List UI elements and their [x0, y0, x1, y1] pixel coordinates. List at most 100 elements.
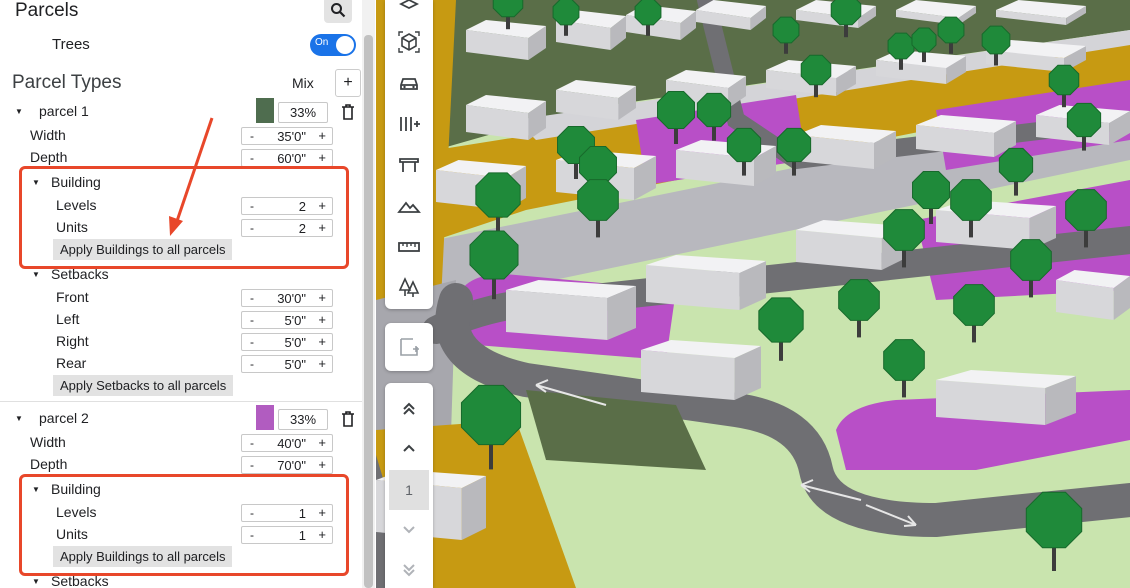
decrement-button[interactable]: -: [250, 129, 254, 143]
apply-buildings-button[interactable]: Apply Buildings to all parcels: [53, 546, 233, 567]
tree-crown: [998, 147, 1034, 183]
width-value[interactable]: 35'0": [277, 129, 306, 144]
car-icon[interactable]: [397, 71, 421, 95]
double-chevron-up-icon[interactable]: [398, 397, 420, 419]
building-label: Building: [51, 481, 101, 497]
chevron-down-icon[interactable]: [398, 518, 420, 540]
parcel-mix-input[interactable]: 33%: [278, 409, 328, 430]
parcel-color-swatch[interactable]: [256, 405, 274, 430]
trees-toggle[interactable]: On: [310, 34, 356, 56]
right-value[interactable]: 5'0": [284, 335, 306, 350]
increment-button[interactable]: +: [318, 457, 326, 472]
chevron-up-icon[interactable]: [398, 437, 420, 459]
tree-crown: [911, 27, 937, 53]
decrement-button[interactable]: -: [250, 335, 254, 349]
search-button[interactable]: [324, 0, 352, 23]
page-navigator: 1: [385, 383, 433, 588]
tree-crown: [577, 179, 619, 221]
increment-button[interactable]: +: [318, 356, 326, 371]
collapse-building-icon[interactable]: ▼: [32, 178, 40, 187]
increment-button[interactable]: +: [318, 435, 326, 450]
increment-button[interactable]: +: [318, 312, 326, 327]
ruler-icon[interactable]: [397, 235, 421, 259]
fence-icon[interactable]: [397, 153, 421, 177]
increment-button[interactable]: +: [318, 334, 326, 349]
width-stepper[interactable]: - 35'0" +: [241, 127, 333, 145]
rear-stepper[interactable]: - 5'0" +: [241, 355, 333, 373]
spacing-icon[interactable]: [397, 112, 421, 136]
parcel-types-heading: Parcel Types: [12, 72, 122, 93]
rear-value[interactable]: 5'0": [284, 357, 306, 372]
increment-button[interactable]: +: [318, 527, 326, 542]
units-value[interactable]: 1: [299, 528, 306, 543]
decrement-button[interactable]: -: [250, 506, 254, 520]
depth-value[interactable]: 70'0": [277, 458, 306, 473]
levels-stepper[interactable]: - 2 +: [241, 197, 333, 215]
decrement-button[interactable]: -: [250, 528, 254, 542]
tree-crown: [912, 171, 950, 209]
levels-value[interactable]: 1: [299, 506, 306, 521]
decrement-button[interactable]: -: [250, 436, 254, 450]
collapse-building-icon[interactable]: ▼: [32, 485, 40, 494]
increment-button[interactable]: +: [318, 220, 326, 235]
tree-crown: [758, 297, 804, 343]
increment-button[interactable]: +: [318, 150, 326, 165]
increment-button[interactable]: +: [318, 128, 326, 143]
decrement-button[interactable]: -: [250, 291, 254, 305]
add-parcel-type-button[interactable]: +: [335, 69, 361, 97]
collapse-setbacks-icon[interactable]: ▼: [32, 577, 40, 586]
decrement-button[interactable]: -: [250, 199, 254, 213]
levels-label: Levels: [56, 504, 97, 520]
trees-icon[interactable]: [397, 276, 421, 300]
depth-stepper[interactable]: - 70'0" +: [241, 456, 333, 474]
units-value[interactable]: 2: [299, 221, 306, 236]
decrement-button[interactable]: -: [250, 313, 254, 327]
width-label: Width: [30, 127, 66, 143]
tree-crown: [950, 179, 992, 221]
left-value[interactable]: 5'0": [284, 313, 306, 328]
units-stepper[interactable]: - 1 +: [241, 526, 333, 544]
apply-setbacks-button[interactable]: Apply Setbacks to all parcels: [53, 375, 234, 396]
decrement-button[interactable]: -: [250, 151, 254, 165]
tree-crown: [1065, 189, 1107, 231]
cube-icon[interactable]: [397, 30, 421, 54]
parcel-mix-input[interactable]: 33%: [278, 102, 328, 123]
width-value[interactable]: 40'0": [277, 436, 306, 451]
increment-button[interactable]: +: [318, 505, 326, 520]
tree-crown: [800, 54, 832, 86]
increment-button[interactable]: +: [318, 290, 326, 305]
parcel-color-swatch[interactable]: [256, 98, 274, 123]
depth-stepper[interactable]: - 60'0" +: [241, 149, 333, 167]
trash-icon[interactable]: [341, 411, 355, 427]
apply-buildings-button[interactable]: Apply Buildings to all parcels: [53, 239, 233, 260]
levels-stepper[interactable]: - 1 +: [241, 504, 333, 522]
tree-crown: [1025, 491, 1083, 549]
front-value[interactable]: 30'0": [277, 291, 306, 306]
layers-icon[interactable]: [397, 0, 421, 18]
add-object-button[interactable]: [385, 323, 433, 371]
levels-value[interactable]: 2: [299, 199, 306, 214]
decrement-button[interactable]: -: [250, 458, 254, 472]
width-stepper[interactable]: - 40'0" +: [241, 434, 333, 452]
collapse-setbacks-icon[interactable]: ▼: [32, 270, 40, 279]
front-stepper[interactable]: - 30'0" +: [241, 289, 333, 307]
double-chevron-down-icon[interactable]: [398, 559, 420, 581]
collapse-parcel-2-icon[interactable]: ▼: [15, 414, 23, 423]
right-stepper[interactable]: - 5'0" +: [241, 333, 333, 351]
decrement-button[interactable]: -: [250, 357, 254, 371]
tree-crown: [469, 230, 519, 280]
setbacks-label: Setbacks: [51, 266, 109, 282]
current-page: 1: [389, 470, 429, 510]
collapse-parcel-1-icon[interactable]: ▼: [15, 107, 23, 116]
increment-button[interactable]: +: [318, 198, 326, 213]
decrement-button[interactable]: -: [250, 221, 254, 235]
trash-icon[interactable]: [341, 104, 355, 120]
terrain-icon[interactable]: [397, 194, 421, 218]
annotation-arrow: [169, 117, 214, 236]
mix-label: Mix: [292, 75, 314, 91]
left-stepper[interactable]: - 5'0" +: [241, 311, 333, 329]
units-stepper[interactable]: - 2 +: [241, 219, 333, 237]
scrollbar-thumb[interactable]: [364, 35, 373, 588]
depth-value[interactable]: 60'0": [277, 151, 306, 166]
3d-viewport[interactable]: [376, 0, 1130, 588]
